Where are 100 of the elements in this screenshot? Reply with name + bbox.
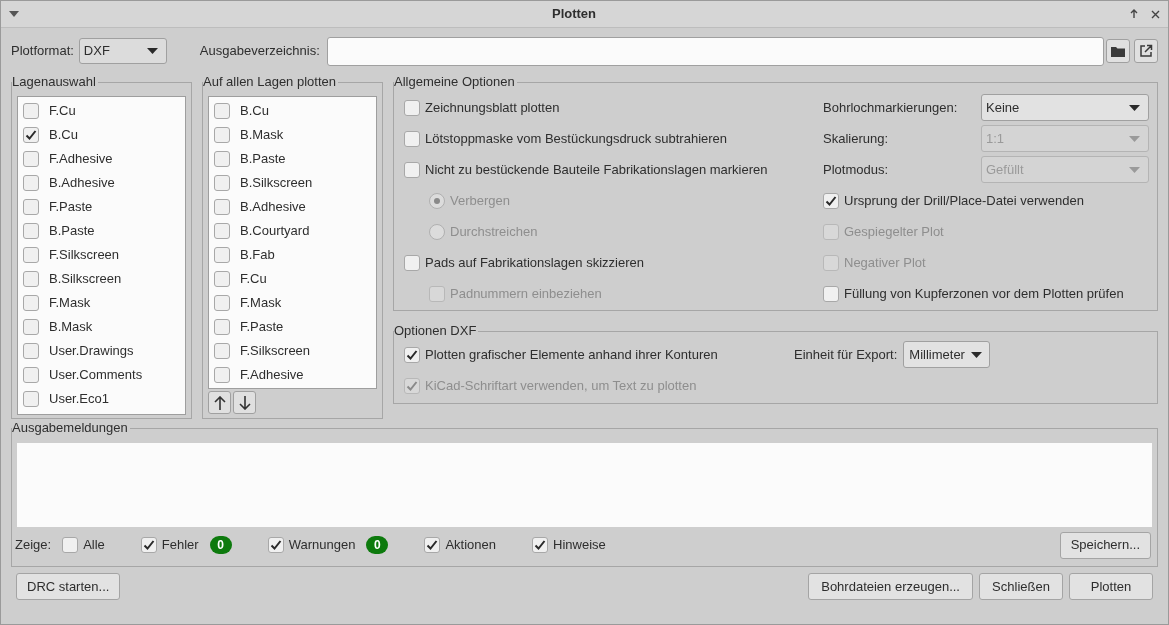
plot-format-dropdown[interactable]: DXF — [78, 38, 167, 64]
window-title: Plotten — [550, 5, 598, 24]
checkbox[interactable] — [214, 319, 230, 335]
unit-dropdown[interactable]: Millimeter — [903, 341, 990, 368]
checkbox[interactable] — [23, 319, 39, 335]
show-label: Zeige: — [15, 536, 52, 555]
button[interactable]: Speichern... — [1059, 531, 1151, 559]
checkbox[interactable] — [23, 295, 39, 311]
option-label: Pads auf Fabrikationslagen skizzieren — [425, 253, 644, 272]
layer-label: F.Silkscreen — [49, 246, 120, 265]
checkbox[interactable] — [404, 99, 420, 116]
option-label: Padnummern einbeziehen — [450, 284, 602, 303]
checkbox[interactable] — [267, 537, 284, 553]
checkbox[interactable] — [214, 151, 230, 167]
option-label: Lötstoppmaske vom Bestückungsdruck subtrahieren — [425, 129, 728, 148]
menu-caret-icon[interactable] — [9, 11, 19, 17]
option-dropdown[interactable]: Keine — [981, 94, 1149, 121]
filter-label: Hinweise — [553, 536, 606, 555]
output-dir-field[interactable] — [326, 36, 1104, 66]
layer-label: F.Cu — [49, 102, 76, 121]
checkbox[interactable] — [214, 295, 230, 311]
option-label: Plotten grafischer Elemente anhand ihrer Konturen — [425, 345, 718, 364]
layer-label: B.Adhesive — [240, 198, 306, 217]
layer-label: F.Paste — [240, 318, 284, 337]
checkbox[interactable] — [214, 175, 230, 191]
count-badge: 0 — [209, 536, 232, 554]
layer-label: B.Fab — [240, 246, 275, 265]
close-icon[interactable] — [1151, 9, 1160, 19]
open-external-button[interactable] — [1134, 39, 1158, 63]
checkbox[interactable] — [23, 247, 39, 263]
move-up-button[interactable] — [208, 391, 231, 414]
option-label: Nicht zu bestückende Bauteile Fabrikationslagen markieren — [425, 160, 768, 179]
checkbox[interactable] — [214, 271, 230, 287]
checkbox[interactable] — [23, 271, 39, 287]
option-label: Durchstreichen — [450, 222, 538, 241]
plot-format-label: Plotformat: — [11, 42, 74, 61]
button[interactable]: DRC starten... — [16, 573, 121, 600]
checkbox[interactable] — [404, 346, 420, 363]
checkbox[interactable] — [23, 367, 39, 383]
option-label: Gespiegelter Plot — [844, 222, 944, 241]
checkbox[interactable] — [23, 103, 39, 119]
checkbox[interactable] — [23, 175, 39, 191]
layer-label: B.Mask — [240, 126, 284, 145]
checkbox[interactable] — [23, 199, 39, 215]
checkmark-icon — [825, 194, 837, 207]
layer-label: B.Silkscreen — [49, 270, 122, 289]
checkmark-icon — [406, 348, 418, 361]
filter-label: Aktionen — [445, 536, 496, 555]
option-label: Zeichnungsblatt plotten — [425, 98, 560, 117]
button[interactable]: Bohrdateien erzeugen... — [808, 573, 973, 600]
checkbox[interactable] — [23, 223, 39, 239]
button[interactable]: Schließen — [979, 573, 1063, 600]
option-label: KiCad-Schriftart verwenden, um Text zu plotten — [425, 376, 697, 395]
checkbox[interactable] — [214, 103, 230, 119]
checkbox[interactable] — [23, 127, 39, 143]
folder-icon — [1111, 45, 1125, 57]
checkbox[interactable] — [23, 343, 39, 359]
checkbox[interactable] — [532, 537, 548, 553]
checkbox[interactable] — [214, 367, 230, 383]
arrow-down-icon — [238, 395, 251, 410]
option-label: Ursprung der Drill/Place-Datei verwenden — [844, 191, 1084, 210]
option-label: Plotmodus: — [823, 160, 890, 179]
checkbox[interactable] — [62, 537, 79, 553]
option-label: Verbergen — [450, 191, 510, 210]
checkbox[interactable] — [214, 223, 230, 239]
checkbox[interactable] — [140, 537, 157, 553]
checkbox[interactable] — [404, 130, 420, 147]
checkbox[interactable] — [23, 151, 39, 167]
layer-label: F.Mask — [49, 294, 91, 313]
checkbox[interactable] — [404, 161, 420, 178]
button[interactable]: Plotten — [1069, 573, 1153, 600]
checkbox[interactable] — [214, 247, 230, 263]
output-dir-label: Ausgabeverzeichnis: — [199, 42, 320, 61]
layer-label: F.Cu — [240, 270, 267, 289]
checkmark-icon — [25, 129, 37, 141]
option-label: Negativer Plot — [844, 253, 926, 272]
checkbox[interactable] — [23, 391, 39, 407]
checkbox[interactable] — [214, 343, 230, 359]
layer-label: F.Adhesive — [240, 366, 304, 385]
checkbox[interactable] — [823, 192, 839, 209]
filter-label: Alle — [83, 536, 105, 555]
caret-icon — [1129, 166, 1140, 173]
folder-button[interactable] — [1106, 39, 1130, 63]
filter-label: Fehler — [161, 536, 199, 555]
layer-label: F.Mask — [240, 294, 282, 313]
checkbox[interactable] — [214, 199, 230, 215]
layer-label: B.Silkscreen — [240, 174, 313, 193]
layer-label: B.Paste — [240, 150, 286, 169]
checkbox[interactable] — [424, 537, 441, 553]
move-down-button[interactable] — [233, 391, 256, 414]
external-link-icon — [1139, 44, 1153, 58]
checkbox[interactable] — [823, 285, 839, 302]
layer-label: B.Cu — [49, 126, 78, 145]
option-label: Skalierung: — [823, 129, 890, 148]
checkbox[interactable] — [404, 254, 420, 271]
layer-label: B.Cu — [240, 102, 269, 121]
checkbox[interactable] — [214, 127, 230, 143]
layer-label: B.Mask — [49, 318, 93, 337]
option-label: Bohrlochmarkierungen: — [823, 98, 959, 117]
layer-label: F.Paste — [49, 198, 93, 217]
